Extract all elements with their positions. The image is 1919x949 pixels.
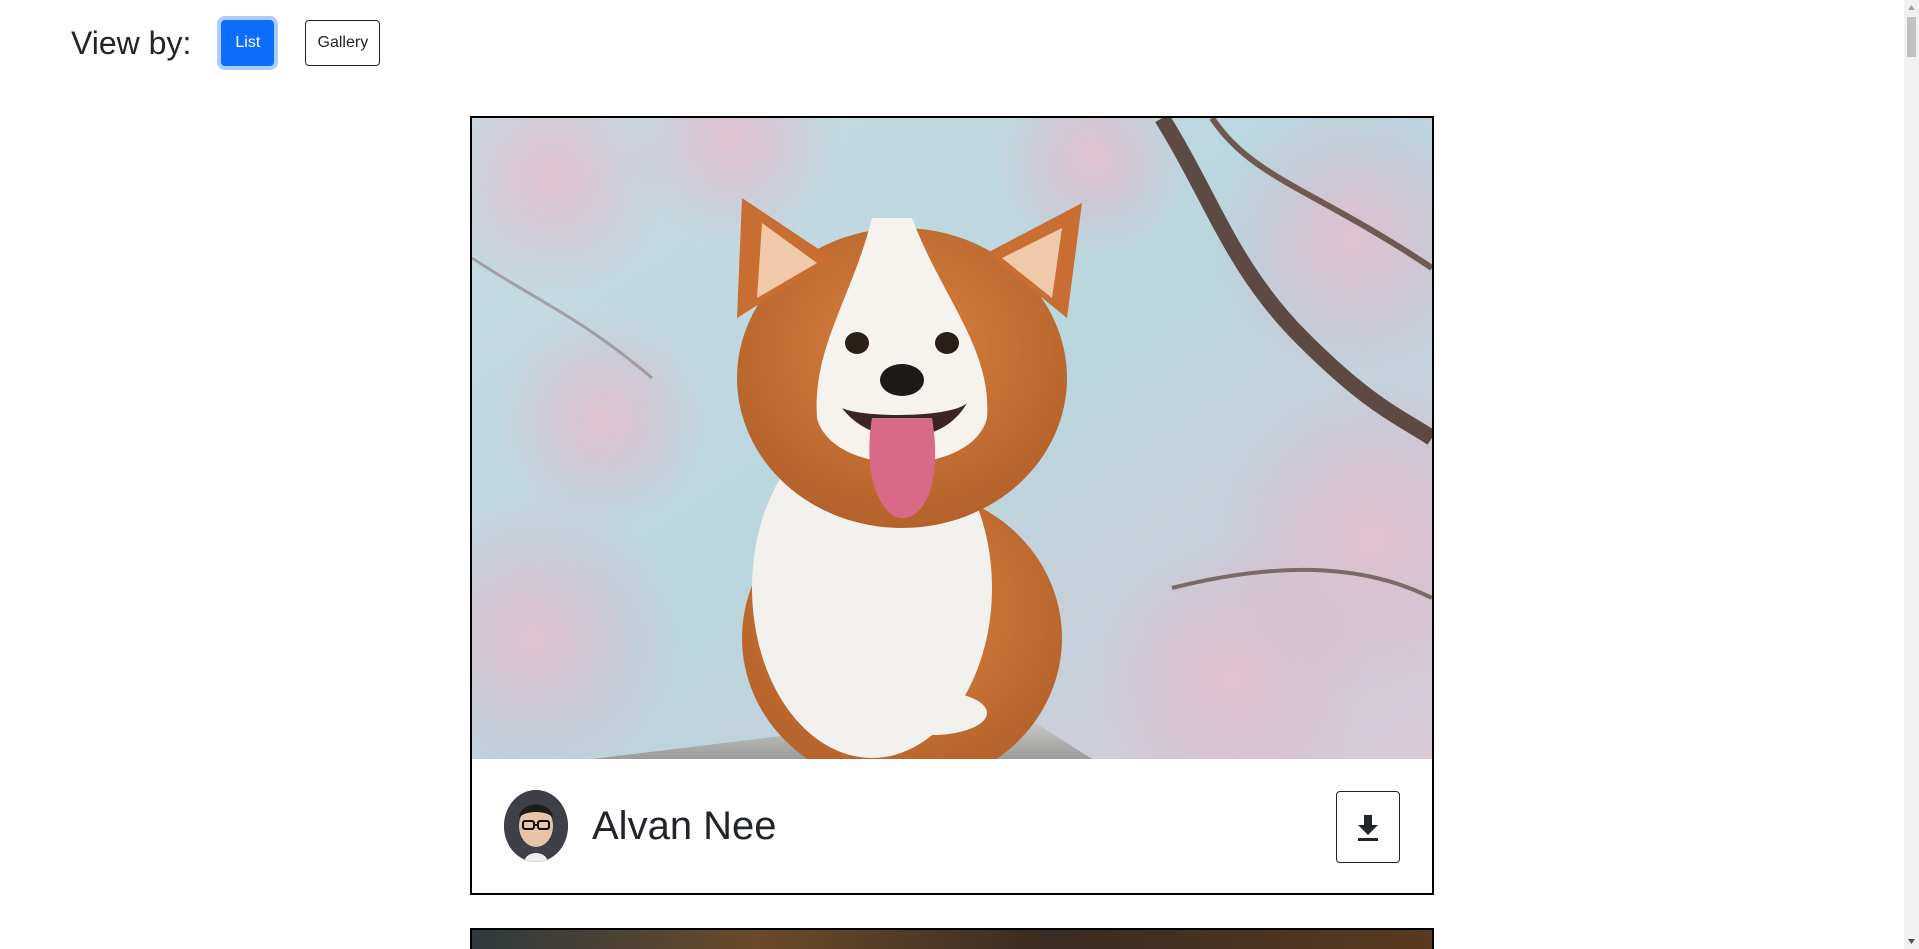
scroll-up-arrow-icon[interactable] (1904, 0, 1919, 15)
avatar (504, 790, 568, 862)
list-view-button[interactable]: List (221, 20, 275, 66)
corgi-photo (472, 118, 1432, 759)
download-button[interactable] (1336, 791, 1400, 863)
scroll-thumb[interactable] (1907, 17, 1916, 57)
view-toggle-bar: View by: List Gallery (71, 20, 381, 66)
avatar-image (504, 790, 568, 862)
view-by-label: View by: (71, 25, 192, 61)
card-footer: Alvan Nee (472, 759, 1432, 893)
next-photo-image (472, 930, 1432, 949)
vertical-scrollbar[interactable] (1904, 0, 1919, 949)
photo-image[interactable] (472, 118, 1432, 759)
download-icon (1358, 815, 1378, 841)
scroll-down-arrow-icon[interactable] (1904, 934, 1919, 949)
page: View by: List Gallery Alvan Nee (0, 0, 1919, 949)
gallery-view-button[interactable]: Gallery (305, 20, 381, 66)
photo-card-next (470, 928, 1434, 949)
photo-card: Alvan Nee (470, 116, 1434, 895)
author-name: Alvan Nee (592, 803, 777, 848)
